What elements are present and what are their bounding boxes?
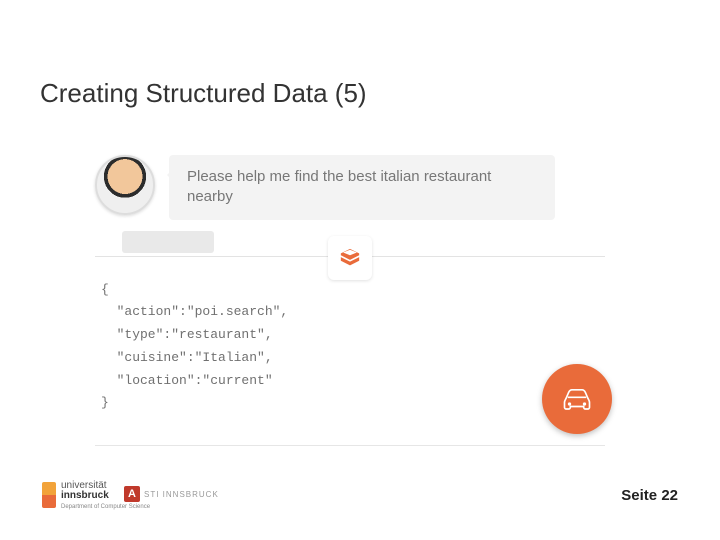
- page-num: 22: [661, 487, 678, 504]
- chat-message-text: Please help me find the best italian res…: [187, 168, 491, 205]
- slide-title: Creating Structured Data (5): [40, 78, 367, 109]
- sti-logo-mark: A: [124, 486, 140, 502]
- code-line: {: [101, 279, 603, 302]
- code-line: "type":"restaurant",: [101, 324, 603, 347]
- car-badge-icon: [542, 364, 612, 434]
- content-area: Please help me find the best italian res…: [95, 155, 605, 415]
- code-line: }: [101, 392, 603, 415]
- university-logo-mark: [42, 482, 56, 508]
- page-number: Seite 22: [621, 487, 678, 504]
- sti-logo-text: STI INNSBRUCK: [144, 490, 219, 499]
- uni-name-1: universität: [61, 480, 107, 491]
- chat-row: Please help me find the best italian res…: [95, 155, 605, 220]
- code-line: "cuisine":"Italian",: [101, 347, 603, 370]
- json-response: { "action":"poi.search", "type":"restaur…: [95, 275, 605, 416]
- user-avatar: [95, 155, 155, 215]
- footer: universität innsbruck Department of Comp…: [42, 474, 678, 510]
- assistant-box-icon: [328, 236, 372, 280]
- code-line: "action":"poi.search",: [101, 301, 603, 324]
- side-tab-decoration: [122, 231, 214, 253]
- chat-bubble: Please help me find the best italian res…: [169, 155, 555, 220]
- uni-department: Department of Computer Science: [61, 504, 150, 510]
- sti-logo: A STI INNSBRUCK: [124, 486, 219, 502]
- lower-divider: [95, 445, 605, 446]
- divider-assistant: [95, 256, 605, 257]
- page-label: Seite: [621, 487, 661, 504]
- code-line: "location":"current": [101, 370, 603, 393]
